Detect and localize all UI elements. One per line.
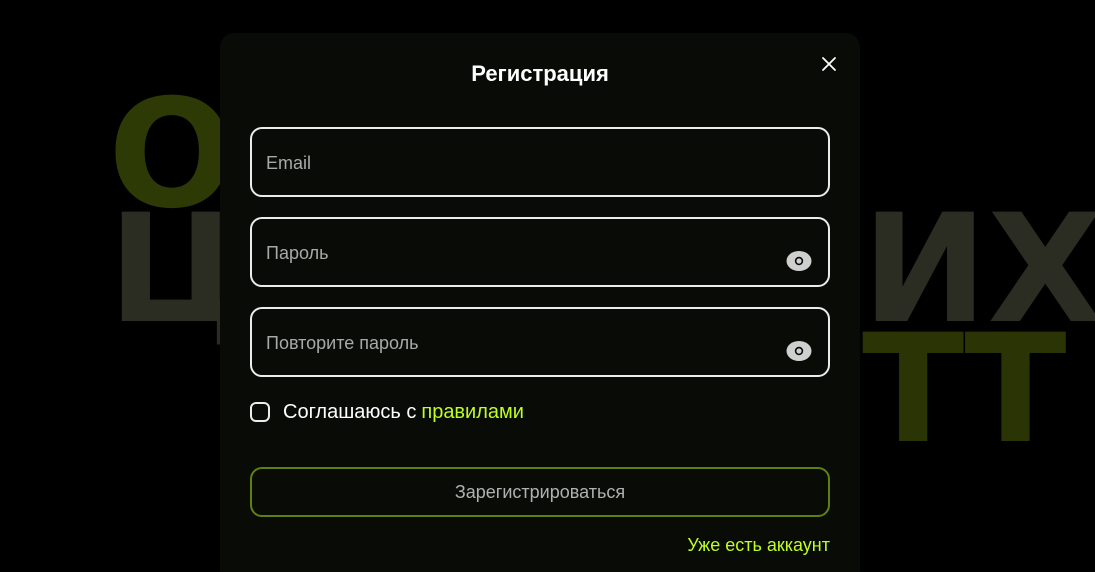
agree-row: Соглашаюсь с правилами — [250, 399, 524, 425]
email-field — [250, 127, 830, 197]
eye-icon — [786, 341, 812, 361]
registration-modal: Регистрация Email Соглашаюсь с правилами… — [220, 33, 860, 572]
eye-icon — [786, 251, 812, 271]
register-button[interactable]: Зарегистрироваться — [250, 467, 830, 517]
repeat-password-input[interactable] — [266, 331, 756, 355]
modal-title: Регистрация — [471, 61, 609, 86]
toggle-password-visibility-button[interactable] — [786, 250, 812, 272]
background-letter: ТТ — [862, 303, 1067, 477]
password-input[interactable] — [266, 241, 756, 265]
page: О Ц ИХ ТТ Регистрация Email Соглашаюсь с… — [0, 0, 1095, 572]
password-field — [250, 217, 830, 287]
toggle-repeat-password-visibility-button[interactable] — [786, 340, 812, 362]
agree-label: Соглашаюсь с — [283, 400, 417, 423]
email-input[interactable] — [266, 151, 756, 175]
repeat-password-field — [250, 307, 830, 377]
already-have-account-link[interactable]: Уже есть аккаунт — [687, 535, 830, 556]
close-icon — [822, 57, 836, 71]
close-button[interactable] — [818, 53, 840, 75]
rules-link[interactable]: правилами — [421, 401, 524, 424]
agree-checkbox[interactable] — [250, 402, 270, 422]
